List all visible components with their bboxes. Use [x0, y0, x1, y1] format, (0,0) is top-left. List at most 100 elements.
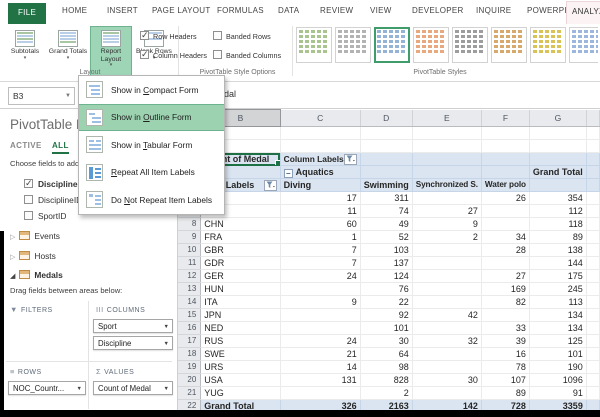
row-number[interactable]: 17 [178, 334, 202, 348]
field-checkbox-disciplineid[interactable]: DisciplineID [24, 195, 82, 205]
value-cell[interactable]: 11 [280, 204, 361, 218]
value-cell[interactable]: 49 [360, 217, 413, 231]
row-label-cell[interactable]: NED [200, 321, 281, 335]
empty-cell[interactable] [586, 334, 600, 348]
value-cell[interactable]: 98 [360, 360, 413, 374]
empty-cell[interactable] [586, 347, 600, 361]
value-cell[interactable] [412, 321, 482, 335]
col-label-water-polo[interactable]: Water polo [481, 178, 530, 192]
ribbon-tab-file[interactable]: FILE [8, 3, 47, 24]
value-cell[interactable]: 1096 [529, 373, 587, 387]
cell-c3-column-labels[interactable]: Column Labels [280, 152, 361, 166]
menu-item-show-in-tabular-form[interactable]: Show in Tabular Form [79, 131, 224, 159]
value-cell[interactable]: 82 [481, 295, 530, 309]
value-cell[interactable] [280, 282, 361, 296]
value-cell[interactable]: 190 [529, 360, 587, 374]
value-cell[interactable]: 311 [360, 191, 413, 205]
value-cell[interactable]: 21 [280, 347, 361, 361]
value-cell[interactable]: 131 [280, 373, 361, 387]
empty-cell[interactable] [586, 321, 600, 335]
row-number[interactable]: 20 [178, 373, 202, 387]
value-cell[interactable] [280, 321, 361, 335]
pivotstyle-swatch-medium-gray[interactable] [452, 27, 488, 63]
value-cell[interactable]: 26 [481, 191, 530, 205]
row-headers-checkbox[interactable]: Row Headers [140, 30, 197, 41]
value-cell[interactable]: 134 [529, 308, 587, 322]
expand-triangle-icon[interactable]: ▷ [10, 254, 15, 261]
value-cell[interactable]: 76 [360, 282, 413, 296]
value-cell[interactable]: 144 [529, 256, 587, 270]
value-cell[interactable]: 92 [360, 308, 413, 322]
row-number[interactable]: 11 [178, 256, 202, 270]
value-cell[interactable]: 60 [280, 217, 361, 231]
ribbon-tab-home[interactable]: HOME [62, 6, 87, 15]
value-cell[interactable]: 78 [481, 360, 530, 374]
empty-cell[interactable] [586, 217, 600, 231]
value-cell[interactable] [412, 191, 482, 205]
pivotstyle-swatch-light-gray[interactable] [335, 27, 371, 63]
value-cell[interactable]: 64 [360, 347, 413, 361]
empty-cell[interactable] [586, 282, 600, 296]
table-item-events[interactable]: ▷ Events [10, 231, 60, 241]
empty-cell[interactable] [586, 243, 600, 257]
empty-cell[interactable] [586, 295, 600, 309]
pivotstyle-swatch-tan[interactable] [491, 27, 527, 63]
collapse-aquatics-button[interactable]: − [283, 169, 293, 178]
name-box[interactable]: B3 ▼ [8, 87, 75, 105]
banded-columns-checkbox[interactable]: Banded Columns [213, 50, 281, 60]
banded-rows-checkbox[interactable]: Banded Rows [213, 31, 271, 41]
value-cell[interactable]: 124 [360, 269, 413, 283]
empty-cell[interactable] [586, 373, 600, 387]
value-cell[interactable] [412, 282, 482, 296]
col-label-swimming[interactable]: Swimming [360, 178, 413, 192]
row-label-cell[interactable]: RUS [200, 334, 281, 348]
ribbon-tab-data[interactable]: DATA [278, 6, 299, 15]
pivotstyle-swatch-blue[interactable] [569, 27, 598, 63]
value-cell[interactable]: 89 [481, 386, 530, 400]
value-cell[interactable] [412, 295, 482, 309]
row-label-cell[interactable]: JPN [200, 308, 281, 322]
table-item-medals[interactable]: ◢ Medals [10, 270, 63, 280]
value-cell[interactable]: 74 [360, 204, 413, 218]
row-labels-filter-button[interactable] [263, 179, 277, 191]
collapse-triangle-icon[interactable]: ◢ [10, 273, 15, 280]
dropdown-arrow-icon[interactable]: ▼ [164, 324, 169, 330]
value-cell[interactable]: 32 [412, 334, 482, 348]
empty-cell[interactable] [586, 360, 600, 374]
row-label-cell[interactable]: HUN [200, 282, 281, 296]
pill-count-of-medal[interactable]: Count of Medal ▼ [93, 381, 173, 395]
value-cell[interactable]: 169 [481, 282, 530, 296]
value-cell[interactable]: 7 [280, 243, 361, 257]
value-cell[interactable] [412, 269, 482, 283]
row-number[interactable]: 16 [178, 321, 202, 335]
value-cell[interactable]: 112 [529, 204, 587, 218]
cell-g4-grand-total[interactable]: Grand Total [529, 165, 587, 179]
value-cell[interactable]: 9 [412, 217, 482, 231]
value-cell[interactable] [280, 386, 361, 400]
dropdown-arrow-icon[interactable]: ▼ [164, 341, 169, 347]
value-cell[interactable]: 9 [280, 295, 361, 309]
value-cell[interactable]: 33 [481, 321, 530, 335]
value-cell[interactable]: 137 [360, 256, 413, 270]
value-cell[interactable]: 118 [529, 217, 587, 231]
value-cell[interactable]: 7 [280, 256, 361, 270]
value-cell[interactable]: 828 [360, 373, 413, 387]
value-cell[interactable]: 30 [360, 334, 413, 348]
column-header-f[interactable]: F [481, 109, 530, 127]
pill-discipline[interactable]: Discipline ▼ [93, 336, 173, 350]
row-label-cell[interactable]: GDR [200, 256, 281, 270]
pill-sport[interactable]: Sport ▼ [93, 319, 173, 333]
ribbon-tab-view[interactable]: VIEW [370, 6, 392, 15]
table-item-hosts[interactable]: ▷ Hosts [10, 251, 56, 261]
row-label-cell[interactable]: URS [200, 360, 281, 374]
menu-item-do-not-repeat-item-labels[interactable]: Do Not Repeat Item Labels [79, 186, 224, 214]
pill-noc-country[interactable]: NOC_Countr... ▼ [8, 381, 86, 395]
value-cell[interactable]: 1 [280, 230, 361, 244]
column-labels-filter-button[interactable] [343, 153, 357, 165]
row-number[interactable]: 13 [178, 282, 202, 296]
value-cell[interactable]: 27 [481, 269, 530, 283]
value-cell[interactable]: 28 [481, 243, 530, 257]
value-cell[interactable]: 34 [481, 230, 530, 244]
value-cell[interactable]: 89 [529, 230, 587, 244]
value-cell[interactable] [412, 256, 482, 270]
